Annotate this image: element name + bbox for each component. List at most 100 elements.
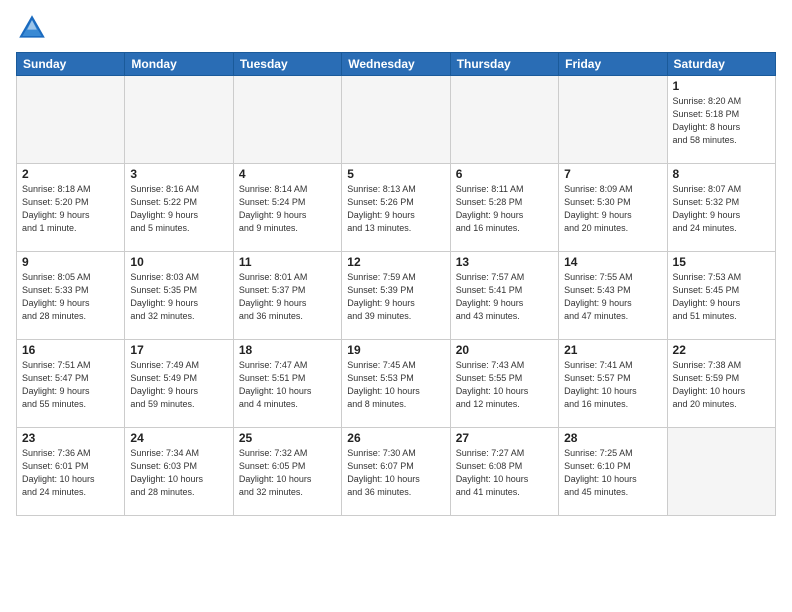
weekday-header-friday: Friday — [559, 53, 667, 76]
weekday-header-sunday: Sunday — [17, 53, 125, 76]
day-number: 17 — [130, 343, 227, 357]
header — [16, 12, 776, 44]
day-number: 20 — [456, 343, 553, 357]
day-info: Sunrise: 7:30 AM Sunset: 6:07 PM Dayligh… — [347, 447, 444, 499]
day-cell: 11 Sunrise: 8:01 AM Sunset: 5:37 PM Dayli… — [233, 252, 341, 340]
weekday-header-wednesday: Wednesday — [342, 53, 450, 76]
day-number: 1 — [673, 79, 770, 93]
day-cell: 1Sunrise: 8:20 AM Sunset: 5:18 PM Daylig… — [667, 76, 775, 164]
week-row-4: 23 Sunrise: 7:36 AM Sunset: 6:01 PM Dayli… — [17, 428, 776, 516]
day-cell: 28 Sunrise: 7:25 AM Sunset: 6:10 PM Dayli… — [559, 428, 667, 516]
day-info: Sunrise: 7:49 AM Sunset: 5:49 PM Dayligh… — [130, 359, 227, 411]
day-info: Sunrise: 8:05 AM Sunset: 5:33 PM Dayligh… — [22, 271, 119, 323]
day-number: 15 — [673, 255, 770, 269]
day-cell: 9 Sunrise: 8:05 AM Sunset: 5:33 PM Daylig… — [17, 252, 125, 340]
day-cell: 19 Sunrise: 7:45 AM Sunset: 5:53 PM Dayli… — [342, 340, 450, 428]
day-cell: 8 Sunrise: 8:07 AM Sunset: 5:32 PM Daylig… — [667, 164, 775, 252]
day-info: Sunrise: 7:55 AM Sunset: 5:43 PM Dayligh… — [564, 271, 661, 323]
day-number: 9 — [22, 255, 119, 269]
day-number: 8 — [673, 167, 770, 181]
weekday-header-row: SundayMondayTuesdayWednesdayThursdayFrid… — [17, 53, 776, 76]
day-info: Sunrise: 8:01 AM Sunset: 5:37 PM Dayligh… — [239, 271, 336, 323]
day-info: Sunrise: 7:59 AM Sunset: 5:39 PM Dayligh… — [347, 271, 444, 323]
day-info: Sunrise: 7:25 AM Sunset: 6:10 PM Dayligh… — [564, 447, 661, 499]
day-cell — [17, 76, 125, 164]
day-info: Sunrise: 8:18 AM Sunset: 5:20 PM Dayligh… — [22, 183, 119, 235]
day-number: 28 — [564, 431, 661, 445]
weekday-header-monday: Monday — [125, 53, 233, 76]
day-cell: 14 Sunrise: 7:55 AM Sunset: 5:43 PM Dayli… — [559, 252, 667, 340]
day-cell: 2 Sunrise: 8:18 AM Sunset: 5:20 PM Daylig… — [17, 164, 125, 252]
day-info: Sunrise: 7:38 AM Sunset: 5:59 PM Dayligh… — [673, 359, 770, 411]
day-cell — [233, 76, 341, 164]
day-number: 19 — [347, 343, 444, 357]
week-row-0: 1Sunrise: 8:20 AM Sunset: 5:18 PM Daylig… — [17, 76, 776, 164]
day-info: Sunrise: 8:13 AM Sunset: 5:26 PM Dayligh… — [347, 183, 444, 235]
day-cell: 17 Sunrise: 7:49 AM Sunset: 5:49 PM Dayli… — [125, 340, 233, 428]
day-cell: 26 Sunrise: 7:30 AM Sunset: 6:07 PM Dayli… — [342, 428, 450, 516]
weekday-header-thursday: Thursday — [450, 53, 558, 76]
day-number: 7 — [564, 167, 661, 181]
day-cell: 24Sunrise: 7:34 AM Sunset: 6:03 PM Dayli… — [125, 428, 233, 516]
day-info: Sunrise: 7:45 AM Sunset: 5:53 PM Dayligh… — [347, 359, 444, 411]
day-info: Sunrise: 7:41 AM Sunset: 5:57 PM Dayligh… — [564, 359, 661, 411]
day-number: 12 — [347, 255, 444, 269]
day-info: Sunrise: 7:51 AM Sunset: 5:47 PM Dayligh… — [22, 359, 119, 411]
weekday-header-saturday: Saturday — [667, 53, 775, 76]
day-cell: 21 Sunrise: 7:41 AM Sunset: 5:57 PM Dayli… — [559, 340, 667, 428]
day-number: 27 — [456, 431, 553, 445]
day-cell: 23 Sunrise: 7:36 AM Sunset: 6:01 PM Dayli… — [17, 428, 125, 516]
day-cell: 15 Sunrise: 7:53 AM Sunset: 5:45 PM Dayli… — [667, 252, 775, 340]
day-cell — [559, 76, 667, 164]
day-cell: 10 Sunrise: 8:03 AM Sunset: 5:35 PM Dayli… — [125, 252, 233, 340]
day-cell: 22Sunrise: 7:38 AM Sunset: 5:59 PM Dayli… — [667, 340, 775, 428]
week-row-1: 2 Sunrise: 8:18 AM Sunset: 5:20 PM Daylig… — [17, 164, 776, 252]
logo-icon — [16, 12, 48, 44]
day-info: Sunrise: 8:09 AM Sunset: 5:30 PM Dayligh… — [564, 183, 661, 235]
day-number: 10 — [130, 255, 227, 269]
day-info: Sunrise: 8:14 AM Sunset: 5:24 PM Dayligh… — [239, 183, 336, 235]
day-number: 3 — [130, 167, 227, 181]
day-number: 18 — [239, 343, 336, 357]
day-cell: 18 Sunrise: 7:47 AM Sunset: 5:51 PM Dayli… — [233, 340, 341, 428]
day-info: Sunrise: 7:53 AM Sunset: 5:45 PM Dayligh… — [673, 271, 770, 323]
day-number: 23 — [22, 431, 119, 445]
day-cell: 7 Sunrise: 8:09 AM Sunset: 5:30 PM Daylig… — [559, 164, 667, 252]
day-number: 21 — [564, 343, 661, 357]
day-cell: 13 Sunrise: 7:57 AM Sunset: 5:41 PM Dayli… — [450, 252, 558, 340]
day-info: Sunrise: 7:57 AM Sunset: 5:41 PM Dayligh… — [456, 271, 553, 323]
day-cell: 6Sunrise: 8:11 AM Sunset: 5:28 PM Daylig… — [450, 164, 558, 252]
day-info: Sunrise: 8:16 AM Sunset: 5:22 PM Dayligh… — [130, 183, 227, 235]
day-info: Sunrise: 8:11 AM Sunset: 5:28 PM Dayligh… — [456, 183, 553, 235]
week-row-3: 16Sunrise: 7:51 AM Sunset: 5:47 PM Dayli… — [17, 340, 776, 428]
day-number: 14 — [564, 255, 661, 269]
day-cell: 16Sunrise: 7:51 AM Sunset: 5:47 PM Dayli… — [17, 340, 125, 428]
day-cell — [667, 428, 775, 516]
day-number: 11 — [239, 255, 336, 269]
day-info: Sunrise: 8:03 AM Sunset: 5:35 PM Dayligh… — [130, 271, 227, 323]
day-cell: 25 Sunrise: 7:32 AM Sunset: 6:05 PM Dayli… — [233, 428, 341, 516]
day-info: Sunrise: 7:36 AM Sunset: 6:01 PM Dayligh… — [22, 447, 119, 499]
day-cell: 5Sunrise: 8:13 AM Sunset: 5:26 PM Daylig… — [342, 164, 450, 252]
day-cell: 4 Sunrise: 8:14 AM Sunset: 5:24 PM Daylig… — [233, 164, 341, 252]
day-info: Sunrise: 8:07 AM Sunset: 5:32 PM Dayligh… — [673, 183, 770, 235]
day-number: 4 — [239, 167, 336, 181]
logo — [16, 12, 52, 44]
weekday-header-tuesday: Tuesday — [233, 53, 341, 76]
day-cell — [125, 76, 233, 164]
day-info: Sunrise: 7:32 AM Sunset: 6:05 PM Dayligh… — [239, 447, 336, 499]
day-number: 13 — [456, 255, 553, 269]
day-cell: 27 Sunrise: 7:27 AM Sunset: 6:08 PM Dayli… — [450, 428, 558, 516]
day-cell — [342, 76, 450, 164]
day-number: 25 — [239, 431, 336, 445]
day-number: 26 — [347, 431, 444, 445]
day-number: 2 — [22, 167, 119, 181]
day-cell: 3 Sunrise: 8:16 AM Sunset: 5:22 PM Daylig… — [125, 164, 233, 252]
day-info: Sunrise: 7:27 AM Sunset: 6:08 PM Dayligh… — [456, 447, 553, 499]
day-info: Sunrise: 7:47 AM Sunset: 5:51 PM Dayligh… — [239, 359, 336, 411]
day-number: 24 — [130, 431, 227, 445]
page: SundayMondayTuesdayWednesdayThursdayFrid… — [0, 0, 792, 612]
day-cell: 20Sunrise: 7:43 AM Sunset: 5:55 PM Dayli… — [450, 340, 558, 428]
day-cell: 12 Sunrise: 7:59 AM Sunset: 5:39 PM Dayli… — [342, 252, 450, 340]
day-cell — [450, 76, 558, 164]
